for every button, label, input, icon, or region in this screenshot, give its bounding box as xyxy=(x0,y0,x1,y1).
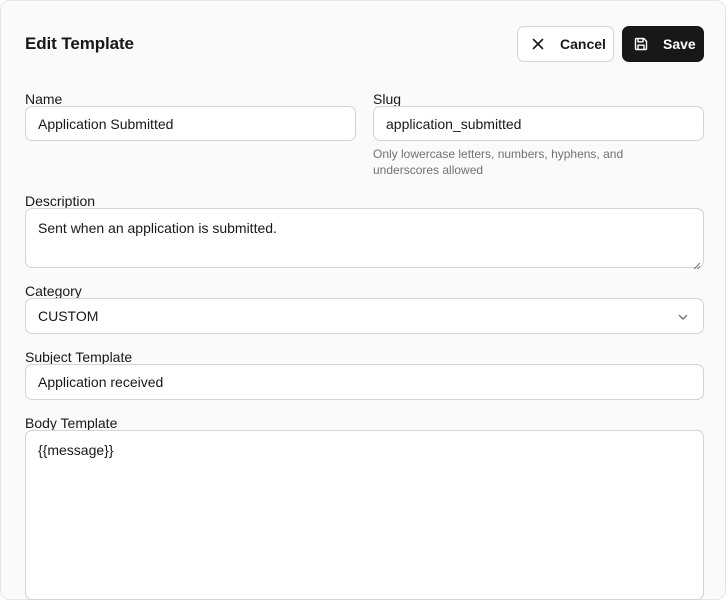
floppy-disk-icon xyxy=(633,36,649,52)
subject-template-label: Subject Template xyxy=(25,349,133,365)
category-label: Category xyxy=(25,283,82,299)
page-title: Edit Template xyxy=(25,34,134,53)
edit-template-panel: Edit Template Cancel Save Name Applicati… xyxy=(0,0,726,600)
save-button[interactable]: Save xyxy=(622,26,704,62)
name-label: Name xyxy=(25,91,63,107)
body-template-label: Body Template xyxy=(25,415,118,431)
chevron-down-icon xyxy=(677,310,689,322)
body-template-text: {{message}} xyxy=(38,442,114,458)
slug-input[interactable]: application_submitted xyxy=(373,106,704,141)
description-label: Description xyxy=(25,193,96,209)
description-text: Sent when an application is submitted. xyxy=(38,220,277,236)
category-select[interactable]: CUSTOM xyxy=(25,298,704,334)
cancel-button[interactable]: Cancel xyxy=(517,26,614,62)
subject-template-input[interactable]: Application received xyxy=(25,364,704,400)
resize-handle-icon[interactable] xyxy=(693,257,701,270)
slug-label: Slug xyxy=(373,91,402,107)
close-icon xyxy=(530,36,546,52)
cancel-button-label: Cancel xyxy=(560,36,606,52)
name-input[interactable]: Application Submitted xyxy=(25,106,356,141)
slug-hint: Only lowercase letters, numbers, hyphens… xyxy=(373,147,624,177)
category-value: CUSTOM xyxy=(38,308,99,324)
save-button-label: Save xyxy=(663,36,696,52)
description-textarea[interactable]: Sent when an application is submitted. xyxy=(25,208,704,270)
